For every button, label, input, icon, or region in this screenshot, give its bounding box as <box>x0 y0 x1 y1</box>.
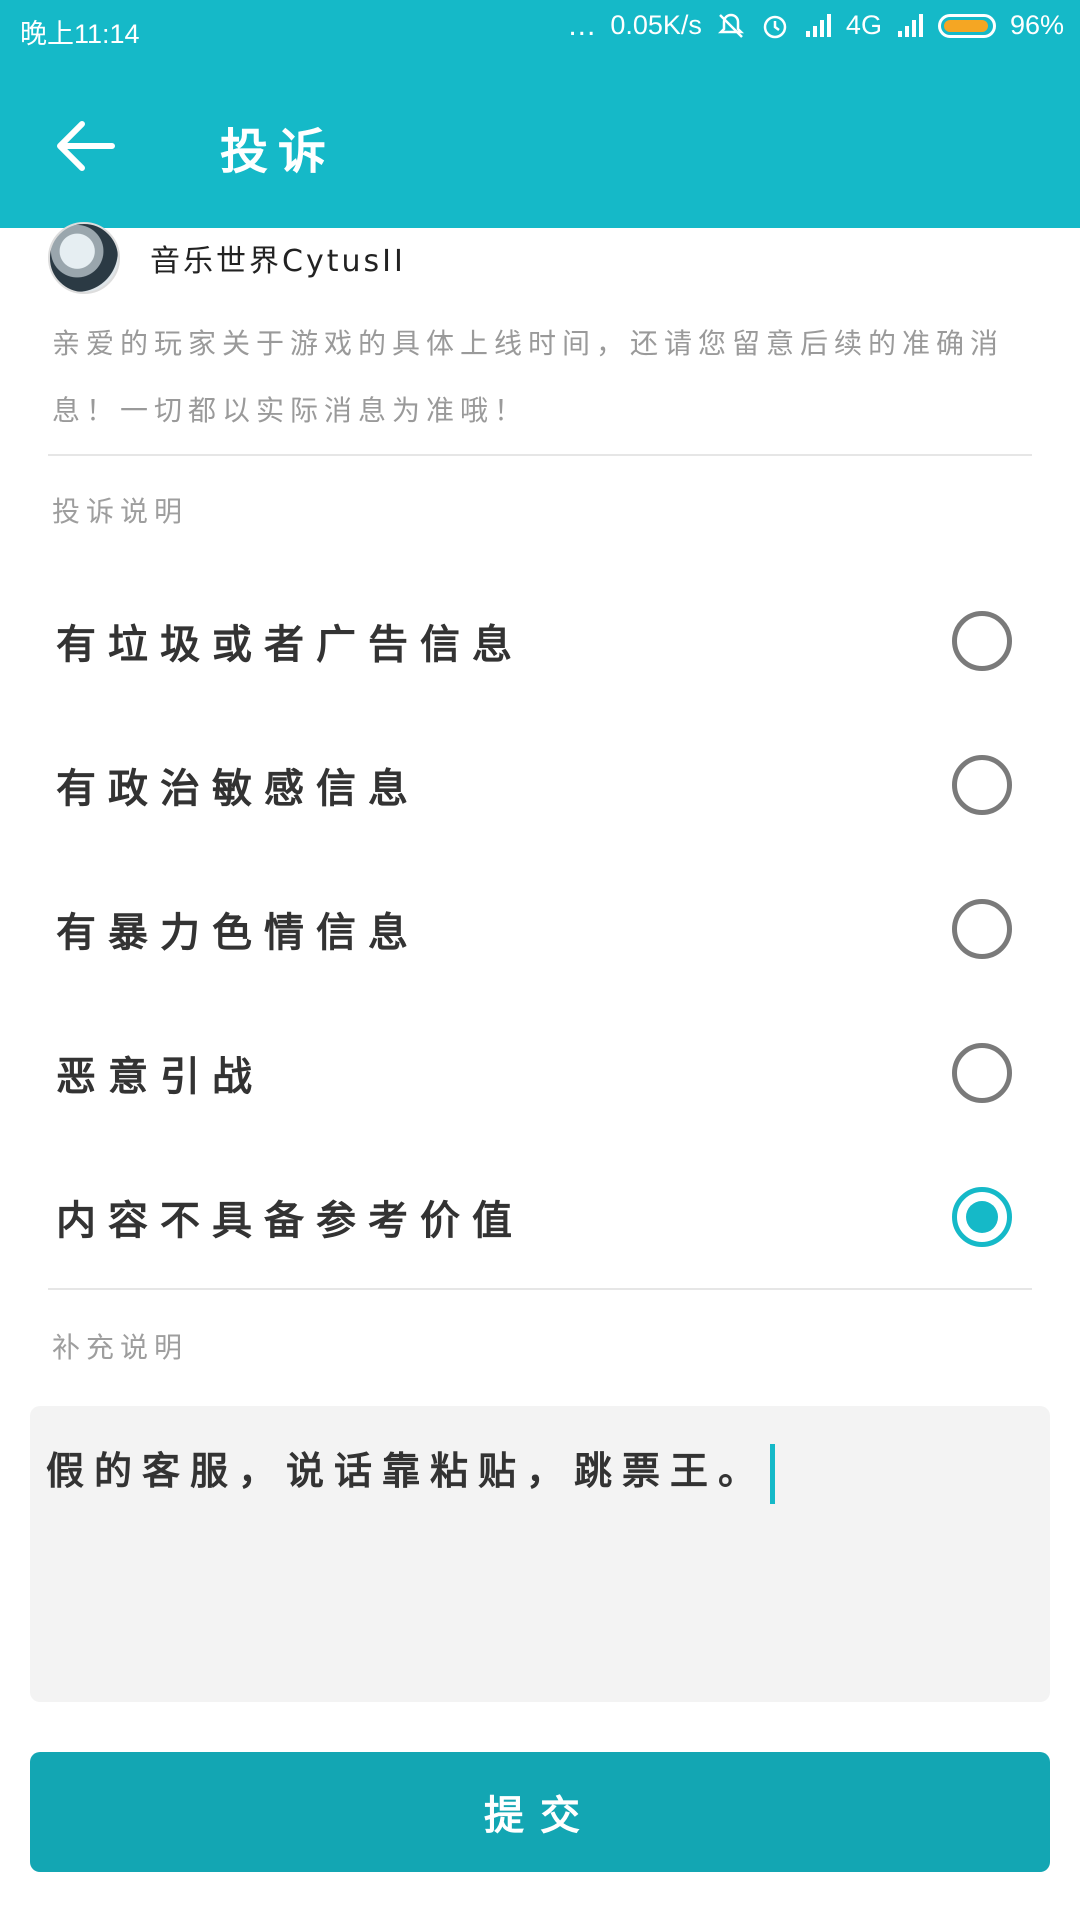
supplement-input-value: 假的客服，说话靠粘贴，跳票王。 <box>46 1440 776 1504</box>
back-button[interactable] <box>50 116 120 176</box>
option-label: 恶意引战 <box>56 1054 264 1100</box>
supplement-section-label: 补充说明 <box>52 1331 189 1364</box>
username: 音乐世界CytusII <box>150 244 406 279</box>
complaint-option-spam[interactable]: 有垃圾或者广告信息 <box>0 569 1080 713</box>
avatar <box>48 222 120 294</box>
radio-button[interactable] <box>952 899 1012 959</box>
status-icons: ... 0.05K/s 4G 96% <box>568 10 1064 41</box>
radio-button-selected[interactable] <box>952 1187 1012 1247</box>
app-bar: 投诉 <box>0 58 1080 228</box>
divider <box>48 1288 1032 1290</box>
network-type: 4G <box>845 10 882 40</box>
network-speed: 0.05K/s <box>610 10 702 40</box>
radio-button[interactable] <box>952 755 1012 815</box>
post-author: 音乐世界CytusII <box>48 222 406 294</box>
radio-button[interactable] <box>952 1043 1012 1103</box>
option-label: 有垃圾或者广告信息 <box>56 622 524 668</box>
signal-icon <box>896 13 924 39</box>
divider <box>48 454 1032 456</box>
arrow-left-icon <box>57 121 115 171</box>
signal-icon <box>804 13 832 39</box>
submit-button[interactable]: 提交 <box>30 1752 1050 1872</box>
post-content: 亲爱的玩家关于游戏的具体上线时间，还请您留意后续的准确消息！一切都以实际消息为准… <box>52 327 1005 427</box>
radio-button[interactable] <box>952 611 1012 671</box>
battery-icon <box>937 13 996 38</box>
option-label: 有政治敏感信息 <box>56 766 420 812</box>
option-label: 有暴力色情信息 <box>56 910 420 956</box>
text-caret <box>770 1443 776 1504</box>
complaint-option-violence[interactable]: 有暴力色情信息 <box>0 857 1080 1001</box>
alarm-icon <box>760 11 790 41</box>
complaint-option-no-value[interactable]: 内容不具备参考价值 <box>0 1145 1080 1289</box>
complaint-section-label: 投诉说明 <box>52 495 189 528</box>
page-title: 投诉 <box>220 124 337 180</box>
status-time: 晚上11:14 <box>20 19 140 49</box>
complaint-option-political[interactable]: 有政治敏感信息 <box>0 713 1080 857</box>
complaint-option-flame-war[interactable]: 恶意引战 <box>0 1001 1080 1145</box>
mute-icon <box>716 11 746 41</box>
more-dots: ... <box>568 8 597 42</box>
status-bar: 晚上11:14 ... 0.05K/s 4G 96% <box>0 0 1080 58</box>
supplement-input[interactable]: 假的客服，说话靠粘贴，跳票王。 <box>30 1406 1050 1702</box>
battery-percent: 96% <box>1009 10 1064 40</box>
option-label: 内容不具备参考价值 <box>56 1198 524 1244</box>
